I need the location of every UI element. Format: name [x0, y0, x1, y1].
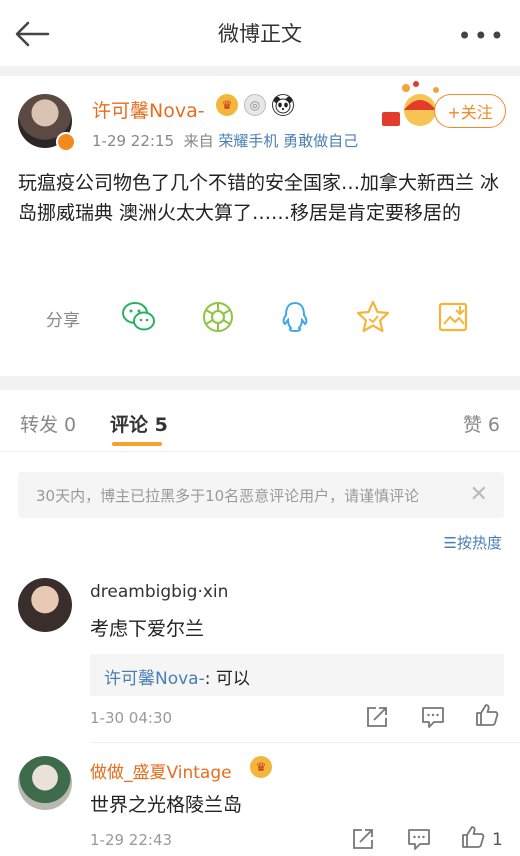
vip-crown-icon: ♛ — [250, 756, 272, 778]
follow-button[interactable]: +关注 — [434, 94, 506, 128]
commenter-avatar[interactable] — [18, 578, 72, 632]
post-meta: 1-29 22:15 来自 荣耀手机 勇敢做自己 — [92, 130, 358, 151]
reply-comment-icon[interactable] — [406, 826, 432, 852]
vip-crown-icon: ♛ — [216, 94, 238, 116]
close-icon[interactable]: ✕ — [470, 482, 488, 507]
active-tab-indicator — [112, 442, 162, 446]
tab-bar: 转发 0 评论 5 赞 6 — [0, 390, 520, 452]
sort-icon: ☰ — [443, 534, 457, 552]
like-thumb-icon[interactable] — [460, 824, 486, 850]
verified-badge-icon — [56, 132, 76, 152]
from-prefix: 来自 — [183, 132, 214, 150]
comment-notice: 30天内，博主已拉黑多于10名恶意评论用户，请谨慎评论 ✕ — [18, 472, 504, 518]
reply-comment-icon[interactable] — [420, 704, 446, 730]
share-icon[interactable] — [350, 826, 376, 852]
like-thumb-icon[interactable] — [474, 702, 500, 728]
user-badges: ♛ ◎ — [216, 94, 294, 116]
post-source[interactable]: 荣耀手机 勇敢做自己 — [218, 132, 358, 150]
commenter-avatar[interactable] — [18, 756, 72, 810]
top-bar: 微博正文 ••• — [0, 0, 520, 66]
reply-text: 许可馨Nova-: 可以 — [104, 664, 250, 689]
medal-icon: ◎ — [244, 94, 266, 116]
favorite-star-icon[interactable] — [354, 298, 392, 336]
share-label: 分享 — [46, 311, 80, 331]
post-card: 许可馨Nova- ♛ ◎ 1-29 22:15 来自 荣耀手机 勇敢做自己 +关… — [0, 76, 520, 376]
comment-text: 考虑下爱尔兰 — [90, 618, 205, 640]
post-date: 1-29 22:15 — [92, 132, 175, 150]
reply-content: : 可以 — [204, 669, 250, 689]
share-actions: 分享 — [0, 294, 520, 338]
notice-text: 30天内，博主已拉黑多于10名恶意评论用户，请谨慎评论 — [36, 487, 420, 505]
section-divider — [0, 376, 520, 390]
author-name[interactable]: 许可馨Nova- — [92, 96, 205, 123]
more-options-icon[interactable]: ••• — [458, 22, 506, 50]
comment-divider — [90, 742, 520, 743]
commenter-name[interactable]: 做做_盛夏Vintage — [90, 758, 232, 783]
moments-icon[interactable] — [199, 298, 237, 336]
page-title: 微博正文 — [218, 22, 302, 46]
sort-label: 按热度 — [456, 534, 502, 552]
divider — [0, 66, 520, 76]
tab-repost[interactable]: 转发 0 — [20, 410, 76, 437]
panda-icon — [272, 94, 294, 116]
reply-author[interactable]: 许可馨Nova- — [104, 669, 205, 689]
like-count: 1 — [492, 830, 503, 850]
comment-time: 1-29 22:43 — [90, 831, 173, 849]
comment-text: 世界之光格陵兰岛 — [90, 794, 243, 816]
post-content: 玩瘟疫公司物色了几个不错的安全国家…加拿大新西兰 冰岛挪威瑞典 澳洲火太大算了…… — [18, 172, 500, 224]
save-image-icon[interactable] — [434, 298, 472, 336]
commenter-name[interactable]: dreambigbig·xin — [90, 582, 228, 602]
qq-icon[interactable] — [276, 298, 314, 336]
comment-time: 1-30 04:30 — [90, 709, 173, 727]
tab-like[interactable]: 赞 6 — [463, 410, 500, 437]
wechat-icon[interactable] — [120, 298, 158, 336]
share-icon[interactable] — [364, 704, 390, 730]
reply-box[interactable]: 许可馨Nova-: 可以 — [90, 654, 504, 696]
sort-by-hot-button[interactable]: ☰按热度 — [444, 532, 502, 553]
tab-comment[interactable]: 评论 5 — [110, 410, 168, 437]
